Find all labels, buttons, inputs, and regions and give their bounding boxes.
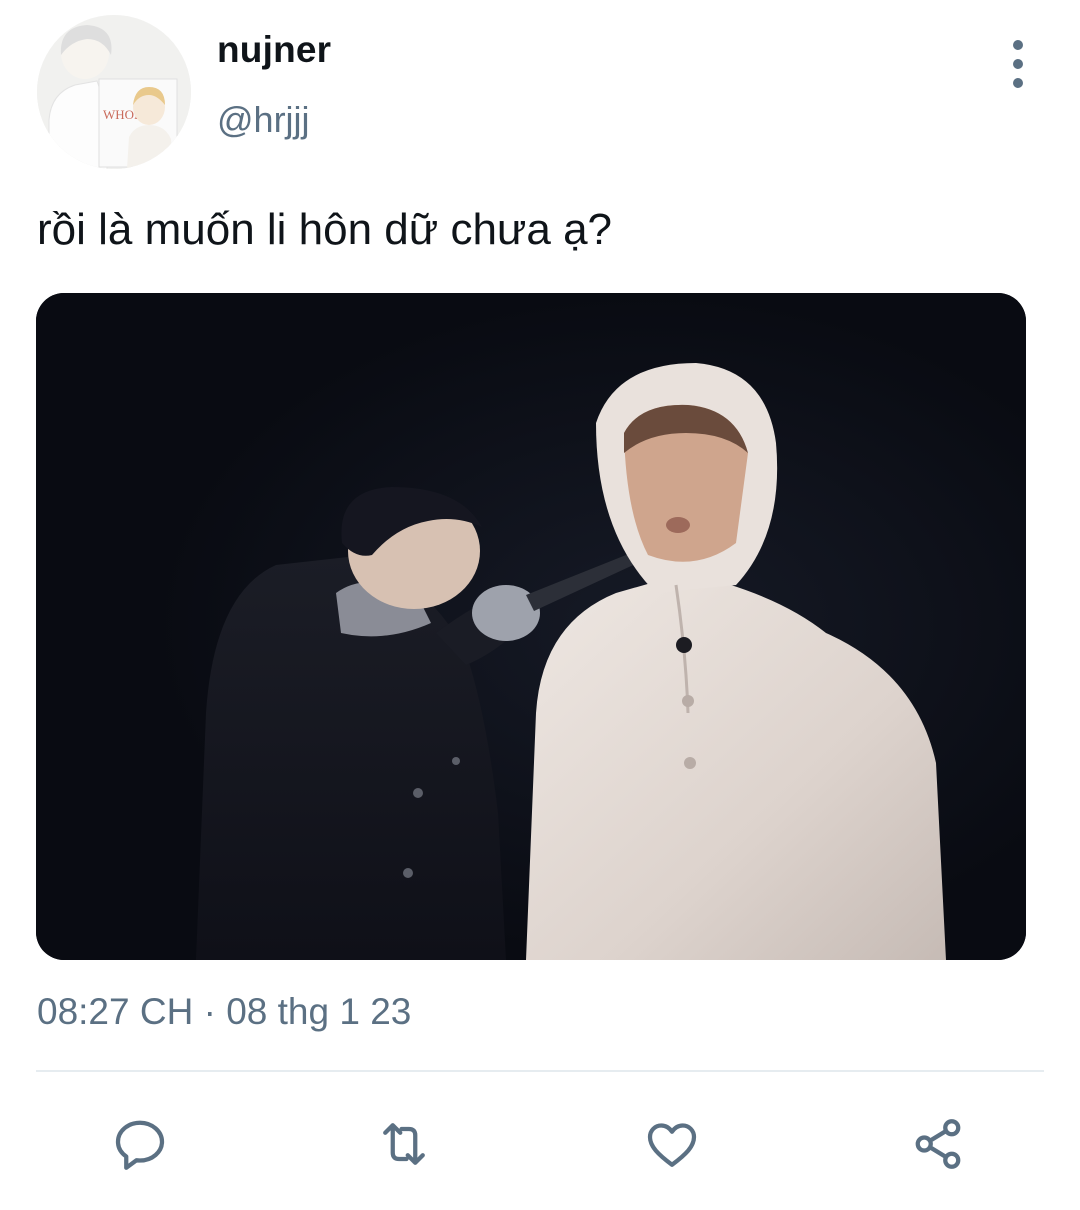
- tweet-media-photo[interactable]: [36, 293, 1026, 960]
- author-handle[interactable]: @hrjjj: [217, 99, 310, 141]
- retweet-icon: [383, 1123, 425, 1165]
- divider: [36, 1070, 1044, 1072]
- more-dot: [1013, 78, 1023, 88]
- reply-icon: [115, 1120, 165, 1170]
- photo-illustration: [36, 293, 1026, 960]
- more-dot: [1013, 40, 1023, 50]
- author-display-name[interactable]: nujner: [217, 29, 331, 71]
- more-dot: [1013, 59, 1023, 69]
- avatar-image: WHORE: [37, 15, 191, 169]
- tweet-timestamp[interactable]: 08:27 CH · 08 thg 1 23: [37, 991, 411, 1033]
- more-options-icon[interactable]: [1000, 40, 1036, 88]
- heart-icon: [647, 1123, 697, 1167]
- reply-button[interactable]: [108, 1112, 172, 1176]
- tweet-text: rồi là muốn li hôn dữ chưa ạ?: [37, 205, 613, 254]
- share-icon: [915, 1119, 961, 1169]
- avatar[interactable]: WHORE: [37, 15, 191, 169]
- retweet-button[interactable]: [372, 1112, 436, 1176]
- like-button[interactable]: [640, 1112, 704, 1176]
- share-button[interactable]: [906, 1112, 970, 1176]
